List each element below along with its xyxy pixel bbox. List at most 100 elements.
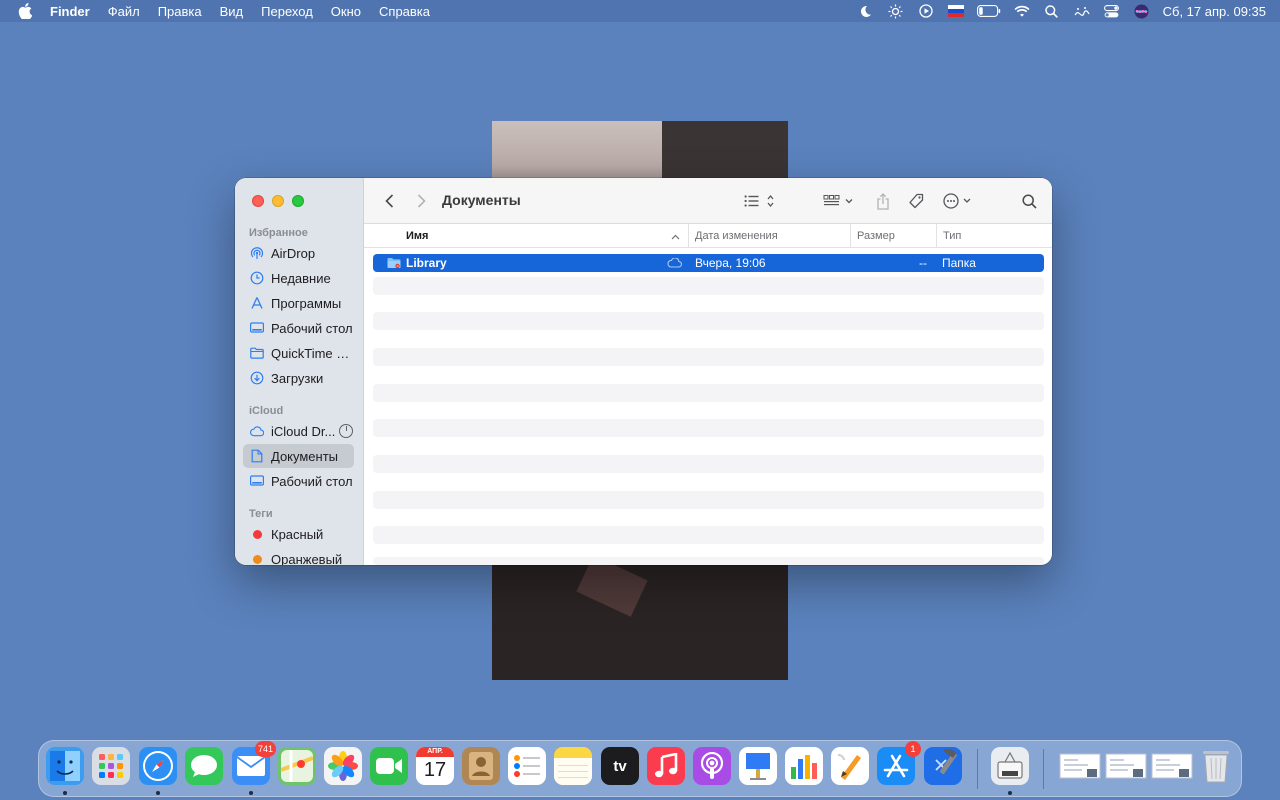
dock-launchpad-icon[interactable]: [92, 747, 130, 785]
sidebar-item-recents[interactable]: Недавние: [243, 266, 354, 290]
desktop-icon: [250, 321, 264, 335]
calendar-month-label: АПР.: [416, 747, 454, 757]
share-icon: [877, 192, 889, 210]
dock-messages-icon[interactable]: [185, 747, 223, 785]
icloud-status-icon: [667, 254, 682, 272]
running-indicator: [156, 791, 160, 795]
zoom-window-button[interactable]: [292, 195, 304, 207]
dock-finder-icon[interactable]: [46, 747, 84, 785]
dock-appletv-icon[interactable]: tv: [601, 747, 639, 785]
play-circle-icon[interactable]: [911, 0, 941, 22]
sidebar-item-tag-orange[interactable]: Оранжевый: [243, 547, 354, 565]
control-strip-icon[interactable]: [1067, 0, 1097, 22]
dock-notes-icon[interactable]: [554, 747, 592, 785]
control-center-icon[interactable]: [1097, 0, 1127, 22]
dock-podcasts-icon[interactable]: [693, 747, 731, 785]
folder-icon: [250, 346, 264, 360]
apple-menu-icon[interactable]: [0, 3, 50, 19]
window-controls: [252, 195, 304, 207]
column-kind-header[interactable]: Тип: [936, 224, 1052, 248]
menu-file[interactable]: Файл: [99, 4, 149, 19]
menu-go[interactable]: Переход: [252, 4, 322, 19]
menu-app-name[interactable]: Finder: [50, 4, 99, 19]
sidebar-item-downloads[interactable]: Загрузки: [243, 366, 354, 390]
empty-row: [373, 312, 1044, 330]
clock-icon: [250, 271, 264, 285]
running-indicator: [1008, 791, 1012, 795]
sidebar-item-applications[interactable]: Программы: [243, 291, 354, 315]
action-menu-button[interactable]: [942, 189, 976, 213]
sync-progress-icon: [339, 424, 354, 438]
dock-mail-icon[interactable]: 741: [232, 741, 276, 785]
back-button[interactable]: [380, 189, 398, 213]
dock-xcode-icon[interactable]: [924, 747, 962, 785]
dock-contacts-icon[interactable]: [462, 747, 500, 785]
notification-badge: 741: [254, 741, 276, 757]
view-mode-button[interactable]: [742, 189, 778, 213]
dock-appstore-icon[interactable]: 1: [877, 741, 921, 785]
search-icon[interactable]: [1037, 0, 1067, 22]
column-size-header[interactable]: Размер: [850, 224, 936, 248]
sidebar-item-airdrop[interactable]: AirDrop: [243, 241, 354, 265]
sidebar-item-label: Рабочий стол: [271, 473, 353, 489]
empty-row: [373, 455, 1044, 473]
table-row[interactable]: Library Вчера, 19:06 -- Папка: [373, 254, 1044, 272]
calendar-day-label: 17: [423, 759, 447, 781]
dock-keynote-icon[interactable]: [739, 747, 777, 785]
column-date-header[interactable]: Дата изменения: [688, 224, 849, 248]
menubar-clock[interactable]: Сб, 17 апр. 09:35: [1157, 4, 1266, 19]
battery-icon[interactable]: [971, 0, 1007, 22]
sidebar-item-icloud-drive[interactable]: iCloud Dr...: [243, 419, 354, 443]
sidebar-item-tag-red[interactable]: Красный: [243, 522, 354, 546]
dock-migration-assistant-icon[interactable]: [991, 747, 1029, 785]
folder-icon: [387, 254, 401, 272]
dock-trash-icon[interactable]: [1197, 747, 1235, 785]
tags-button[interactable]: [905, 189, 927, 213]
dock-photos-icon[interactable]: [324, 747, 362, 785]
menu-edit[interactable]: Правка: [149, 4, 211, 19]
moon-icon[interactable]: [851, 0, 881, 22]
siri-icon[interactable]: [1127, 0, 1157, 22]
desktop-icon: [250, 474, 264, 488]
menu-view[interactable]: Вид: [211, 4, 253, 19]
notification-badge: 1: [905, 741, 921, 757]
orange-tag-icon: [250, 552, 264, 565]
menu-help[interactable]: Справка: [370, 4, 439, 19]
minimize-window-button[interactable]: [272, 195, 284, 207]
brightness-icon[interactable]: [881, 0, 911, 22]
menu-window[interactable]: Окно: [322, 4, 370, 19]
search-button[interactable]: [1019, 189, 1039, 213]
group-button[interactable]: [822, 189, 856, 213]
sidebar-item-quicktime[interactable]: QuickTime P...: [243, 341, 354, 365]
sidebar-item-documents[interactable]: Документы: [243, 444, 354, 468]
photo-shadow-top: [662, 121, 788, 181]
wifi-icon[interactable]: [1007, 0, 1037, 22]
dock-music-icon[interactable]: [647, 747, 685, 785]
list-header: Имя Дата изменения Размер Тип: [364, 224, 1052, 248]
dock-reminders-icon[interactable]: [508, 747, 546, 785]
file-list: Library Вчера, 19:06 -- Папка: [373, 252, 1044, 565]
downloads-icon: [250, 371, 264, 385]
close-window-button[interactable]: [252, 195, 264, 207]
dock-pages-icon[interactable]: [831, 747, 869, 785]
dock-calendar-icon[interactable]: АПР. 17: [416, 747, 454, 785]
dock-maps-icon[interactable]: [278, 747, 316, 785]
sidebar-item-label: Программы: [271, 295, 342, 311]
dock-document-thumbnail-icon[interactable]: [1057, 747, 1103, 785]
dock-safari-icon[interactable]: [139, 747, 177, 785]
sidebar-item-icloud-desktop[interactable]: Рабочий стол: [243, 469, 354, 493]
dock-separator: [977, 749, 978, 789]
empty-row: [373, 277, 1044, 295]
forward-button[interactable]: [412, 189, 430, 213]
dock-numbers-icon[interactable]: [785, 747, 823, 785]
share-button[interactable]: [873, 189, 893, 213]
file-size: --: [919, 256, 927, 270]
dock-document-thumbnail-icon[interactable]: [1149, 747, 1195, 785]
dock-document-thumbnail-icon[interactable]: [1103, 747, 1149, 785]
column-name-header[interactable]: Имя: [406, 224, 428, 248]
empty-row: [373, 348, 1044, 366]
russian-flag-icon[interactable]: [941, 0, 971, 22]
sidebar-item-desktop[interactable]: Рабочий стол: [243, 316, 354, 340]
dock-facetime-icon[interactable]: [370, 747, 408, 785]
chevron-left-icon: [384, 194, 393, 208]
